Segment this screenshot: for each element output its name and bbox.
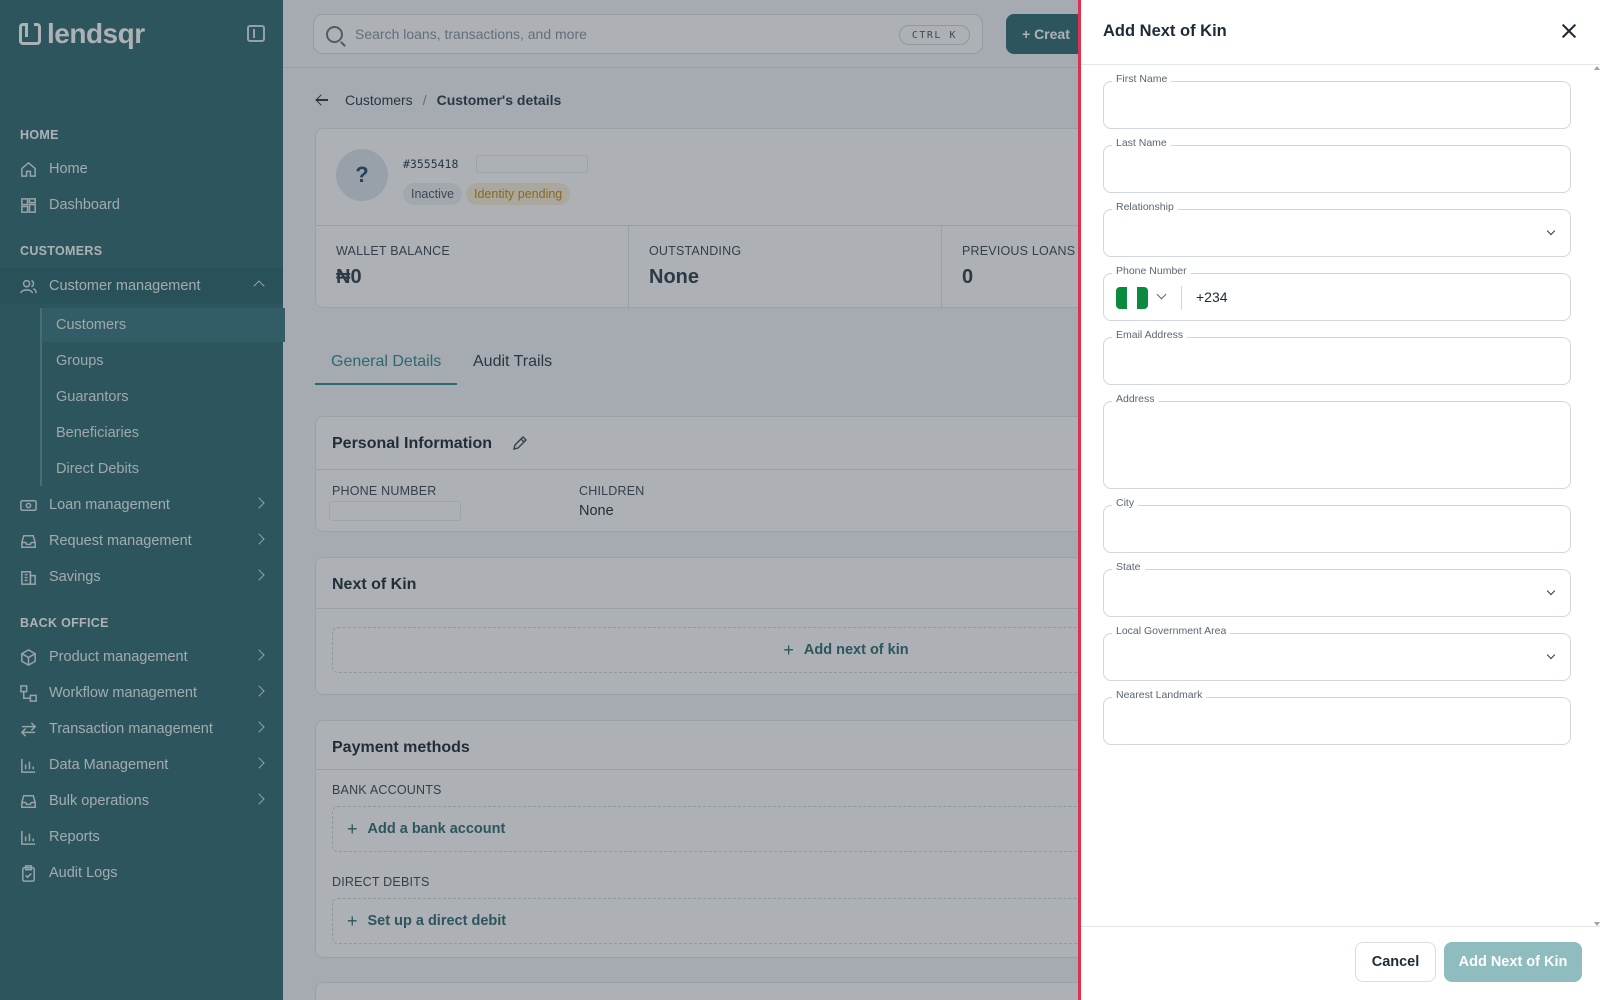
relationship-label: Relationship bbox=[1112, 201, 1178, 213]
nearest-landmark-field[interactable]: Nearest Landmark bbox=[1103, 689, 1571, 745]
chevron-down-icon bbox=[1546, 226, 1556, 236]
nigeria-flag-icon[interactable] bbox=[1116, 287, 1148, 309]
chevron-down-icon[interactable] bbox=[1156, 289, 1167, 300]
last-name-label: Last Name bbox=[1112, 137, 1171, 149]
address-textarea[interactable]: Address bbox=[1103, 393, 1571, 489]
city-field[interactable]: City bbox=[1103, 497, 1571, 553]
drawer-scrollbar[interactable] bbox=[1593, 66, 1600, 926]
scroll-up-icon[interactable] bbox=[1594, 66, 1600, 70]
cancel-button[interactable]: Cancel bbox=[1355, 942, 1436, 982]
add-next-of-kin-submit-button[interactable]: Add Next of Kin bbox=[1444, 942, 1582, 982]
drawer-title: Add Next of Kin bbox=[1103, 22, 1227, 40]
phone-country-code: +234 bbox=[1196, 289, 1228, 305]
address-label: Address bbox=[1112, 393, 1159, 405]
phone-number-label: Phone Number bbox=[1112, 265, 1191, 277]
email-address-label: Email Address bbox=[1112, 329, 1188, 341]
divider bbox=[1181, 286, 1182, 310]
nearest-landmark-label: Nearest Landmark bbox=[1112, 689, 1207, 701]
chevron-down-icon bbox=[1546, 586, 1556, 596]
divider bbox=[1081, 926, 1600, 927]
state-select[interactable]: State bbox=[1103, 561, 1571, 617]
divider bbox=[1081, 64, 1600, 65]
first-name-field[interactable]: First Name bbox=[1103, 73, 1571, 129]
add-next-of-kin-drawer: Add Next of Kin First Name Last Name Rel… bbox=[1078, 0, 1600, 1000]
email-address-field[interactable]: Email Address bbox=[1103, 329, 1571, 385]
close-icon[interactable] bbox=[1560, 22, 1578, 40]
last-name-field[interactable]: Last Name bbox=[1103, 137, 1571, 193]
chevron-down-icon bbox=[1546, 650, 1556, 660]
lga-select[interactable]: Local Government Area bbox=[1103, 625, 1571, 681]
state-label: State bbox=[1112, 561, 1145, 573]
lga-label: Local Government Area bbox=[1112, 625, 1231, 637]
relationship-select[interactable]: Relationship bbox=[1103, 201, 1571, 257]
city-label: City bbox=[1112, 497, 1139, 509]
first-name-label: First Name bbox=[1112, 73, 1172, 85]
phone-number-field[interactable]: Phone Number +234 bbox=[1103, 265, 1571, 321]
